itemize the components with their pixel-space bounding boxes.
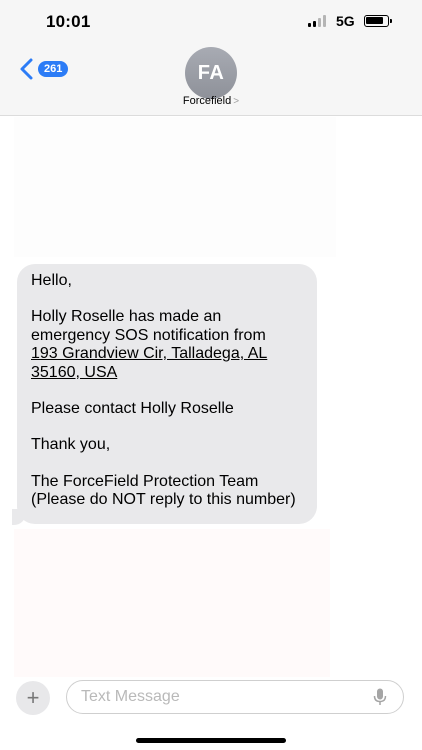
unread-count-badge: 261 <box>38 61 69 77</box>
status-time: 10:01 <box>46 12 91 31</box>
plus-icon: + <box>26 685 40 710</box>
contact-name-button[interactable]: Forcefield > <box>0 95 422 107</box>
bubble-tail <box>12 509 26 525</box>
battery-icon <box>364 15 392 27</box>
message-signature: The ForceField Protection Team <box>31 472 259 490</box>
message-request: Please contact Holly Roselle <box>31 400 234 418</box>
home-indicator <box>136 738 286 743</box>
message-greeting: Hello, <box>31 272 72 289</box>
redacted-area <box>14 529 330 677</box>
signal-strength-icon <box>308 15 328 27</box>
plus-button[interactable]: + <box>16 681 50 715</box>
microphone-icon[interactable] <box>373 688 387 706</box>
message-thanks: Thank you, <box>31 436 111 454</box>
message-disclaimer: (Please do NOT reply to this number) <box>31 491 296 509</box>
address-link[interactable]: 193 Grandview Cir, Talladega, AL 35160, … <box>31 345 303 382</box>
status-bar: 10:01 5G <box>0 0 422 42</box>
message-thread[interactable]: Hello, Holly Roselle has made an emergen… <box>0 117 422 677</box>
contact-name: Forcefield <box>182 95 232 107</box>
conversation-header: 261 FA Forcefield > <box>0 42 422 116</box>
redacted-area <box>14 117 336 257</box>
chevron-right-icon: > <box>233 96 240 107</box>
contact-avatar[interactable]: FA <box>185 47 237 99</box>
incoming-message-bubble[interactable]: Hello, Holly Roselle has made an emergen… <box>17 264 317 524</box>
message-notice: Holly Roselle has made an emergency SOS … <box>31 308 266 344</box>
network-type: 5G <box>336 13 355 29</box>
message-input[interactable] <box>66 680 404 714</box>
back-button[interactable]: 261 <box>14 56 69 82</box>
compose-bar: + <box>0 677 422 717</box>
chevron-left-icon <box>20 58 33 80</box>
